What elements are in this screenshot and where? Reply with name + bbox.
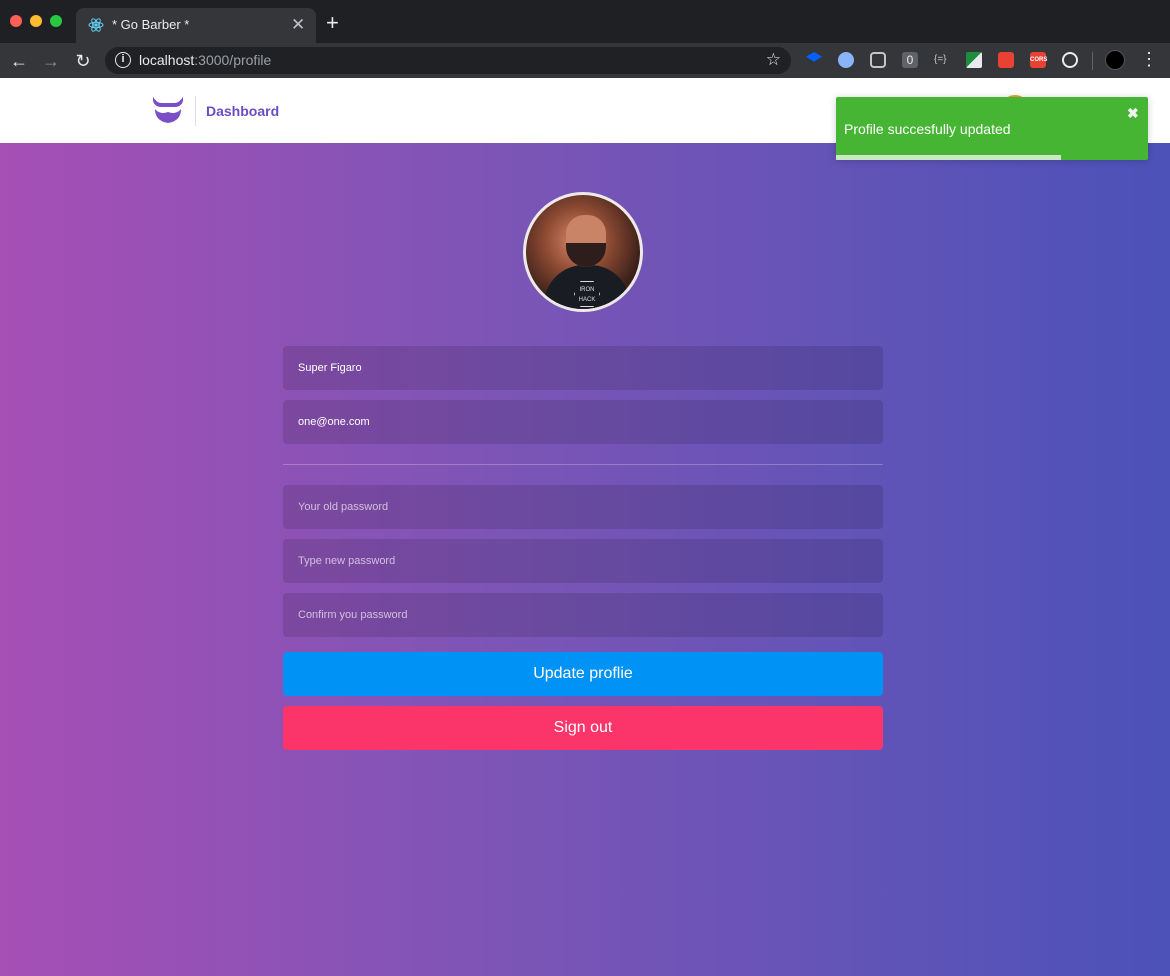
email-field[interactable] bbox=[283, 400, 883, 444]
profile-avatar[interactable]: IRON HACK bbox=[523, 192, 643, 312]
bookmark-star-icon[interactable]: ☆ bbox=[766, 50, 781, 70]
name-field[interactable] bbox=[283, 346, 883, 390]
extension-icon[interactable] bbox=[966, 52, 982, 68]
confirm-password-field[interactable] bbox=[283, 593, 883, 637]
browser-profile-avatar[interactable] bbox=[1105, 50, 1125, 70]
toast-progress-bar bbox=[836, 155, 1061, 160]
menu-dots-icon[interactable]: ⋮ bbox=[1140, 48, 1158, 70]
toast-progress-track bbox=[836, 155, 1148, 160]
dropbox-extension-icon[interactable] bbox=[806, 52, 822, 62]
reload-icon[interactable]: ↻ bbox=[72, 50, 94, 72]
browser-tab[interactable]: * Go Barber * ✕ bbox=[76, 8, 316, 43]
json-extension-icon[interactable]: {=} bbox=[934, 52, 950, 68]
maximize-window-button[interactable] bbox=[50, 15, 62, 27]
url-path: :3000/profile bbox=[194, 52, 272, 68]
sign-out-button[interactable]: Sign out bbox=[283, 706, 883, 750]
forward-arrow-icon[interactable]: → bbox=[40, 50, 62, 72]
extension-icon[interactable] bbox=[1062, 52, 1078, 68]
toast-message: Profile succesfully updated bbox=[844, 121, 1011, 137]
page: Dashboard Profile succesfully updated ✖ … bbox=[0, 78, 1170, 976]
extension-icon[interactable] bbox=[998, 52, 1014, 68]
tab-title: * Go Barber * bbox=[112, 17, 190, 32]
toolbar-separator bbox=[1092, 52, 1093, 70]
form-divider bbox=[283, 464, 883, 465]
browser-toolbar: ← → ↻ i localhost:3000/profile ☆ 0 {=} C… bbox=[0, 43, 1170, 78]
success-toast: Profile succesfully updated ✖ bbox=[836, 97, 1148, 160]
old-password-field[interactable] bbox=[283, 485, 883, 529]
extension-icon[interactable]: 0 bbox=[902, 52, 918, 68]
header-divider bbox=[195, 96, 196, 126]
address-bar[interactable]: i localhost:3000/profile ☆ bbox=[105, 47, 791, 74]
url-text[interactable]: localhost:3000/profile bbox=[139, 52, 271, 68]
cors-extension-icon[interactable]: CORS bbox=[1030, 52, 1047, 68]
minimize-window-button[interactable] bbox=[30, 15, 42, 27]
app-header: Dashboard Profile succesfully updated ✖ bbox=[0, 78, 1170, 160]
nav-link-dashboard[interactable]: Dashboard bbox=[206, 103, 279, 119]
tab-close-icon[interactable]: ✕ bbox=[291, 15, 305, 35]
close-icon[interactable]: ✖ bbox=[1127, 105, 1139, 122]
url-host: localhost bbox=[139, 52, 195, 68]
close-window-button[interactable] bbox=[10, 15, 22, 27]
update-profile-button[interactable]: Update proflie bbox=[283, 652, 883, 696]
avatar-beard bbox=[566, 243, 606, 267]
back-arrow-icon[interactable]: ← bbox=[8, 50, 30, 72]
react-icon bbox=[88, 18, 104, 32]
extension-icon[interactable] bbox=[838, 52, 854, 68]
title-bar: * Go Barber * ✕ + bbox=[0, 0, 1170, 43]
new-tab-button[interactable]: + bbox=[326, 12, 339, 34]
info-icon[interactable]: i bbox=[115, 52, 131, 68]
pocket-extension-icon[interactable] bbox=[870, 52, 886, 68]
mustache-logo-icon[interactable] bbox=[151, 95, 185, 125]
new-password-field[interactable] bbox=[283, 539, 883, 583]
